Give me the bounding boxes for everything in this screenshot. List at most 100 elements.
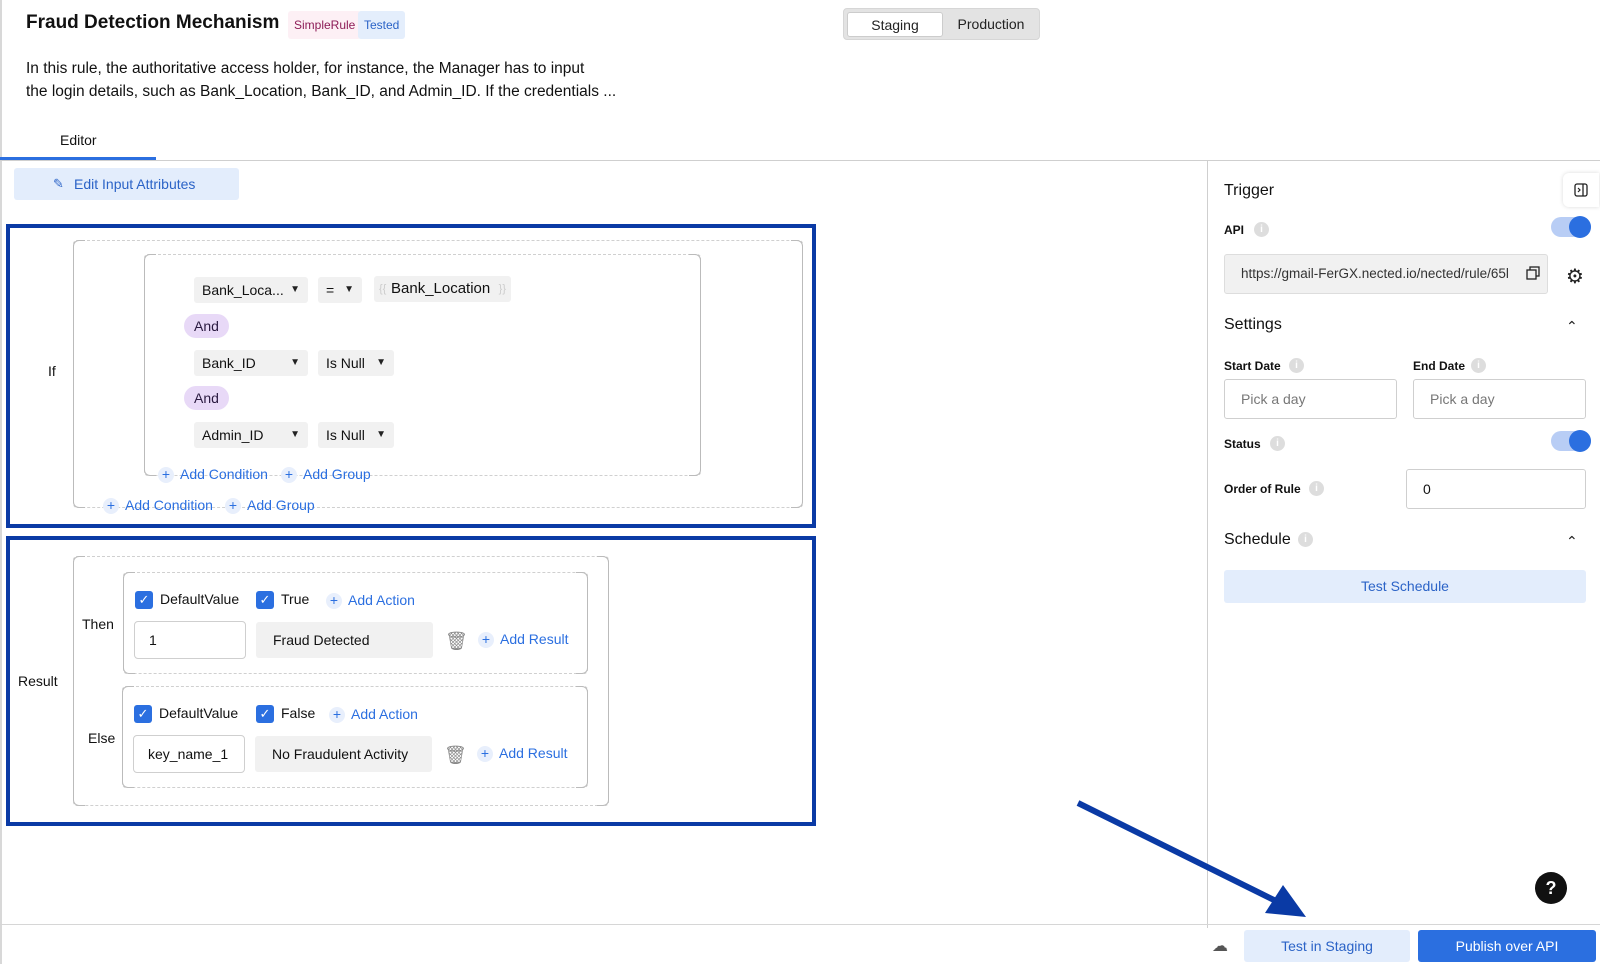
add-result-label: Add Result <box>500 631 569 647</box>
plus-icon: + <box>329 707 345 724</box>
add-group-inner-button[interactable]: + Add Group <box>281 464 371 484</box>
condition-field-value: Bank_Loca... <box>202 282 284 298</box>
condition-field-dropdown[interactable]: Admin_ID ▼ <box>194 422 308 448</box>
info-icon: i <box>1309 481 1324 496</box>
gear-icon[interactable]: ⚙ <box>1566 264 1584 289</box>
edit-input-attributes-button[interactable]: ✎ Edit Input Attributes <box>14 168 239 200</box>
condition-field-dropdown[interactable]: Bank_Loca... ▼ <box>194 277 308 303</box>
add-action-label: Add Action <box>351 706 418 722</box>
inner-bracket-left <box>144 254 156 476</box>
then-true-checkbox[interactable]: ✓ <box>256 591 274 609</box>
then-default-value-label: DefaultValue <box>160 591 240 607</box>
plus-icon: + <box>281 467 297 484</box>
else-value-field[interactable]: No Fraudulent Activity <box>255 736 432 772</box>
test-schedule-button[interactable]: Test Schedule <box>1224 570 1586 603</box>
status-toggle[interactable] <box>1551 430 1591 452</box>
info-icon: i <box>1298 532 1313 547</box>
caret-down-icon: ▼ <box>290 284 300 295</box>
then-bracket-right <box>576 572 588 674</box>
plus-icon: + <box>326 593 342 610</box>
then-label: Then <box>82 616 114 632</box>
chevron-up-icon[interactable]: ⌃ <box>1566 318 1578 335</box>
else-add-action-button[interactable]: + Add Action <box>329 704 418 724</box>
chevron-up-icon[interactable]: ⌃ <box>1566 533 1578 550</box>
condition-value-token[interactable]: {{ Bank_Location }} <box>374 276 511 302</box>
connector-and[interactable]: And <box>184 386 229 410</box>
connector-and[interactable]: And <box>184 314 229 338</box>
caret-down-icon: ▼ <box>290 357 300 368</box>
schedule-title: Schedule <box>1224 531 1291 548</box>
condition-field-dropdown[interactable]: Bank_ID ▼ <box>194 350 308 376</box>
then-value-field[interactable]: Fraud Detected <box>256 622 433 658</box>
then-add-action-button[interactable]: + Add Action <box>326 590 415 610</box>
env-production[interactable]: Production <box>944 12 1038 37</box>
then-key-input[interactable]: 1 <box>134 621 246 659</box>
trash-icon[interactable]: 🗑 <box>445 630 468 652</box>
else-add-result-button[interactable]: + Add Result <box>477 743 567 763</box>
caret-down-icon: ▼ <box>376 357 386 368</box>
publish-over-api-button[interactable]: Publish over API <box>1418 930 1596 962</box>
then-add-result-button[interactable]: + Add Result <box>478 629 568 649</box>
info-icon: i <box>1254 222 1269 237</box>
api-url-field[interactable]: https://gmail-FerGX.nected.io/nected/rul… <box>1224 254 1548 294</box>
tab-editor[interactable]: Editor <box>40 130 156 160</box>
info-icon: i <box>1270 436 1285 451</box>
left-border <box>0 0 2 964</box>
token-bracket-icon: {{ <box>379 283 387 295</box>
info-icon: i <box>1471 358 1486 373</box>
environment-toggle: Staging Production <box>843 8 1040 40</box>
trash-icon[interactable]: 🗑 <box>444 744 467 766</box>
caret-down-icon: ▼ <box>344 284 354 295</box>
condition-operator-dropdown[interactable]: Is Null ▼ <box>318 422 394 448</box>
add-result-label: Add Result <box>499 745 568 761</box>
result-bracket-right <box>597 556 609 806</box>
token-bracket-icon: }} <box>498 283 506 295</box>
add-group-label: Add Group <box>303 466 371 482</box>
result-label: Result <box>18 673 58 689</box>
end-date-input[interactable]: Pick a day <box>1413 379 1586 419</box>
add-condition-label: Add Condition <box>180 466 268 482</box>
order-of-rule-input[interactable]: 0 <box>1406 469 1586 509</box>
add-group-label: Add Group <box>247 497 315 513</box>
api-toggle[interactable] <box>1551 216 1591 238</box>
start-date-input[interactable]: Pick a day <box>1224 379 1397 419</box>
outer-bracket-right <box>791 240 803 508</box>
badge-simple-rule: SimpleRule <box>288 11 362 39</box>
plus-icon: + <box>103 498 119 515</box>
condition-operator-value: = <box>326 282 335 298</box>
condition-operator-value: Is Null <box>326 427 365 443</box>
add-condition-inner-button[interactable]: + Add Condition <box>158 464 268 484</box>
condition-operator-dropdown[interactable]: = ▼ <box>318 277 362 303</box>
else-label: Else <box>88 730 116 746</box>
edit-input-attributes-label: Edit Input Attributes <box>74 176 196 192</box>
else-default-value-checkbox[interactable]: ✓ <box>134 705 152 723</box>
condition-operator-dropdown[interactable]: Is Null ▼ <box>318 350 394 376</box>
else-false-checkbox[interactable]: ✓ <box>256 705 274 723</box>
cloud-icon: ☁ <box>1212 938 1228 955</box>
rule-description: In this rule, the authoritative access h… <box>26 57 616 103</box>
if-label: If <box>48 363 56 379</box>
panel-collapse-button[interactable] <box>1563 173 1599 207</box>
else-bracket-right <box>576 686 588 788</box>
then-default-value-checkbox[interactable]: ✓ <box>135 591 153 609</box>
else-key-input[interactable]: key_name_1 <box>133 735 245 773</box>
else-default-value-label: DefaultValue <box>159 705 239 721</box>
test-in-staging-button[interactable]: Test in Staging <box>1244 930 1410 962</box>
annotation-arrow-icon <box>1076 800 1306 917</box>
add-group-outer-button[interactable]: + Add Group <box>225 495 315 515</box>
help-button[interactable]: ? <box>1535 872 1567 904</box>
end-date-label: End Date <box>1413 359 1466 373</box>
panel-collapse-icon <box>1574 183 1588 197</box>
footer-divider <box>0 924 1600 925</box>
add-condition-outer-button[interactable]: + Add Condition <box>103 495 213 515</box>
settings-title: Settings <box>1224 316 1282 333</box>
copy-icon[interactable] <box>1526 266 1540 280</box>
tab-editor-label: Editor <box>60 132 97 148</box>
description-line: In this rule, the authoritative access h… <box>26 60 585 77</box>
env-staging[interactable]: Staging <box>847 12 943 37</box>
caret-down-icon: ▼ <box>290 429 300 440</box>
toggle-knob <box>1569 216 1591 238</box>
condition-operator-value: Is Null <box>326 355 365 371</box>
caret-down-icon: ▼ <box>376 429 386 440</box>
plus-icon: + <box>158 467 174 484</box>
